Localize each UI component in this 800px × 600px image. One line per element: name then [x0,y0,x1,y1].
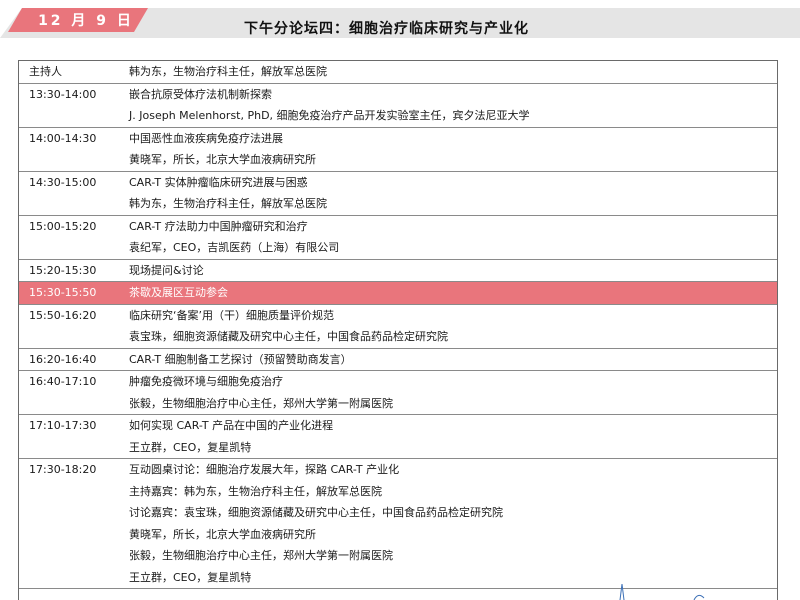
schedule-row: 13:30-14:00 嵌合抗原受体疗法机制新探索 J. Joseph Melenh… [19,84,777,128]
schedule-row: 15:00-15:20 CAR-T 疗法助力中国肿瘤研究和治疗袁纪军，CEO，吉凯… [19,216,777,260]
schedule-line: J. Joseph Melenhorst, PhD, 细胞免疫治疗产品开发实验室… [19,105,777,127]
schedule-row: 17:30-18:20 互动圆桌讨论：细胞治疗发展大年，探路 CAR-T 产业化主… [19,459,777,589]
session-title: 肿瘤免疫微环境与细胞免疫治疗 [129,375,283,388]
schedule-line: 张毅，生物细胞治疗中心主任，郑州大学第一附属医院 [19,545,777,567]
session-speaker: 袁纪军，CEO，吉凯医药（上海）有限公司 [129,241,340,254]
schedule-line: 袁纪军，CEO，吉凯医药（上海）有限公司 [19,237,777,259]
schedule-row: 16:20-16:40 CAR-T 细胞制备工艺探讨（预留赞助商发言） [19,349,777,371]
schedule-row: 14:00-14:30 中国恶性血液疾病免疫疗法进展黄晓军，所长，北京大学血液病研… [19,128,777,172]
session-time: 15:30-15:50 [29,286,97,299]
schedule-line: 17:10-17:30 如何实现 CAR-T 产品在中国的产业化进程 [19,415,777,437]
schedule-line: 主持人 韩为东，生物治疗科主任，解放军总医院 [19,61,777,83]
session-title: CAR-T 细胞制备工艺探讨（预留赞助商发言） [129,352,352,366]
session-time: 14:00-14:30 [29,131,97,145]
schedule-line: 张毅，生物细胞治疗中心主任，郑州大学第一附属医院 [19,393,777,415]
schedule-line: 袁宝珠，细胞资源储藏及研究中心主任，中国食品药品检定研究院 [19,326,777,348]
session-time: 16:20-16:40 [29,352,97,366]
session-time: 17:10-17:30 [29,419,97,432]
session-title: 嵌合抗原受体疗法机制新探索 [129,87,272,101]
schedule-line: 16:20-16:40 CAR-T 细胞制备工艺探讨（预留赞助商发言） [19,349,777,371]
session-speaker: 王立群，CEO，复星凯特 [129,440,252,454]
schedule-table: 主持人 韩为东，生物治疗科主任，解放军总医院 13:30-14:00 嵌合抗原受体疗法… [18,60,778,600]
session-speaker: 张毅，生物细胞治疗中心主任，郑州大学第一附属医院 [129,549,393,562]
session-time: 17:30-18:20 [29,463,97,476]
session-title: CAR-T 实体肿瘤临床研究进展与困惑 [129,175,308,189]
session-speaker: 袁宝珠，细胞资源储藏及研究中心主任，中国食品药品检定研究院 [129,330,448,343]
session-speaker: 张毅，生物细胞治疗中心主任，郑州大学第一附属医院 [129,396,393,410]
session-speaker: 主持嘉宾：韩为东，生物治疗科主任，解放军总医院 [129,484,382,498]
schedule-line: 15:30-15:50 茶歇及展区互动参会 [19,282,777,304]
session-title: 韩为东，生物治疗科主任，解放军总医院 [129,65,327,78]
schedule-line: 16:40-17:10 肿瘤免疫微环境与细胞免疫治疗 [19,371,777,393]
session-time: 15:00-15:20 [29,219,97,233]
schedule-line: 14:30-15:00 CAR-T 实体肿瘤临床研究进展与困惑 [19,172,777,194]
page-title: 下午分论坛四：细胞治疗临床研究与产业化 [244,21,529,37]
schedule-row: 14:30-15:00 CAR-T 实体肿瘤临床研究进展与困惑韩为东，生物治疗科主… [19,172,777,216]
session-speaker: 黄晓军，所长，北京大学血液病研究所 [129,153,316,166]
agenda-page: 12 月 9 日 下午分论坛四：细胞治疗临床研究与产业化 主持人韩为东，生物治疗… [0,0,800,600]
decorative-graphic [619,583,705,600]
session-time: 15:20-15:30 [29,263,97,277]
schedule-line: 14:00-14:30 中国恶性血液疾病免疫疗法进展 [19,128,777,150]
session-time: 13:30-14:00 [29,87,97,101]
schedule-line: 13:30-14:00 嵌合抗原受体疗法机制新探索 [19,84,777,106]
session-speaker: J. Joseph Melenhorst, PhD, 细胞免疫治疗产品开发实验室… [129,109,530,122]
header-banner: 12 月 9 日 下午分论坛四：细胞治疗临床研究与产业化 [0,8,800,38]
session-speaker: 黄晓军，所长，北京大学血液病研究所 [129,527,316,541]
session-title: 如何实现 CAR-T 产品在中国的产业化进程 [129,419,334,432]
schedule-line: 韩为东，生物治疗科主任，解放军总医院 [19,193,777,215]
session-title: 中国恶性血液疾病免疫疗法进展 [129,131,283,145]
date-badge: 12 月 9 日 [38,13,134,29]
schedule-line: 15:00-15:20 CAR-T 疗法助力中国肿瘤研究和治疗 [19,216,777,238]
schedule-line: 17:30-18:20 互动圆桌讨论：细胞治疗发展大年，探路 CAR-T 产业化 [19,459,777,481]
schedule-row-break: 15:30-15:50 茶歇及展区互动参会 [19,282,777,305]
session-speaker: 韩为东，生物治疗科主任，解放军总医院 [129,197,327,210]
session-time: 15:50-16:20 [29,308,97,322]
schedule-line: 主持嘉宾：韩为东，生物治疗科主任，解放军总医院 [19,481,777,503]
session-title: 互动圆桌讨论：细胞治疗发展大年，探路 CAR-T 产业化 [129,463,400,476]
session-time: 14:30-15:00 [29,175,97,189]
session-title: 茶歇及展区互动参会 [129,286,228,299]
session-speaker: 王立群，CEO，复星凯特 [129,570,252,584]
session-time: 主持人 [29,65,62,78]
schedule-line: 15:20-15:30 现场提问&讨论 [19,260,777,282]
schedule-row: 15:50-16:20 临床研究‘备案’用（干）细胞质量评价规范袁宝珠，细胞资源储… [19,305,777,349]
session-title: 临床研究‘备案’用（干）细胞质量评价规范 [129,308,334,322]
session-speaker: 讨论嘉宾：袁宝珠，细胞资源储藏及研究中心主任，中国食品药品检定研究院 [129,506,503,519]
schedule-line: 15:50-16:20 临床研究‘备案’用（干）细胞质量评价规范 [19,305,777,327]
schedule-line: 黄晓军，所长，北京大学血液病研究所 [19,524,777,546]
session-time: 16:40-17:10 [29,375,97,388]
session-title: CAR-T 疗法助力中国肿瘤研究和治疗 [129,219,308,233]
schedule-row: 17:10-17:30 如何实现 CAR-T 产品在中国的产业化进程 王立群，CEO… [19,415,777,459]
schedule-line: 王立群，CEO，复星凯特 [19,437,777,459]
schedule-row: 主持人 韩为东，生物治疗科主任，解放军总医院 [19,61,777,84]
schedule-line: 讨论嘉宾：袁宝珠，细胞资源储藏及研究中心主任，中国食品药品检定研究院 [19,502,777,524]
schedule-row: 16:40-17:10 肿瘤免疫微环境与细胞免疫治疗张毅，生物细胞治疗中心主任，郑… [19,371,777,415]
schedule-row: 15:20-15:30 现场提问&讨论 [19,260,777,282]
schedule-line: 黄晓军，所长，北京大学血液病研究所 [19,149,777,171]
session-title: 现场提问&讨论 [129,263,204,277]
